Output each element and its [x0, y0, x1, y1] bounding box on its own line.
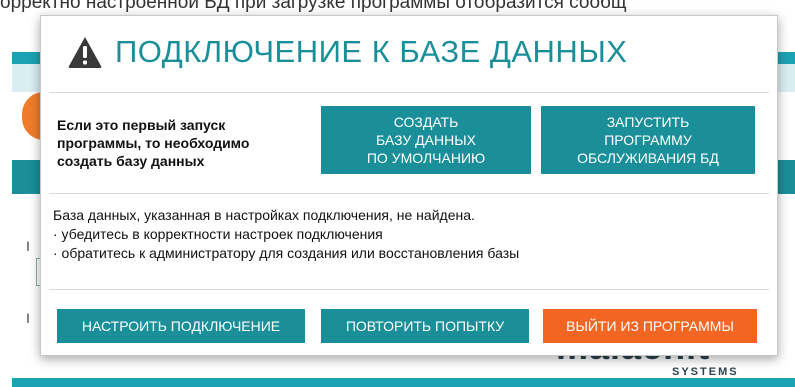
error-message: База данных, указанная в настройках подк… — [53, 207, 520, 261]
first-run-hint: Если это первый запуск программы, то нео… — [57, 117, 250, 169]
section-divider — [49, 193, 769, 194]
create-default-database-button[interactable]: СОЗДАТЬ БАЗУ ДАННЫХ ПО УМОЛЧАНИЮ — [321, 106, 531, 174]
launch-db-service-button[interactable]: ЗАПУСТИТЬ ПРОГРАММУ ОБСЛУЖИВАНИЯ БД — [541, 106, 755, 174]
footer-divider — [49, 289, 769, 290]
background-brand-subtitle: SYSTEMS — [672, 366, 739, 378]
background-label-mark: I — [26, 310, 30, 326]
launch-db-service-label: ЗАПУСТИТЬ ПРОГРАММУ ОБСЛУЖИВАНИЯ БД — [577, 114, 719, 166]
background-footer-band — [12, 378, 795, 387]
header-divider — [49, 92, 769, 93]
dialog-header: ПОДКЛЮЧЕНИЕ К БАЗЕ ДАННЫХ — [67, 30, 627, 74]
dialog-title: ПОДКЛЮЧЕНИЕ К БАЗЕ ДАННЫХ — [115, 34, 628, 69]
database-connection-dialog: ПОДКЛЮЧЕНИЕ К БАЗЕ ДАННЫХ Если это первы… — [40, 15, 778, 356]
retry-button[interactable]: ПОВТОРИТЬ ПОПЫТКУ — [321, 309, 529, 343]
configure-connection-button[interactable]: НАСТРОИТЬ ПОДКЛЮЧЕНИЕ — [57, 309, 305, 343]
create-default-database-label: СОЗДАТЬ БАЗУ ДАННЫХ ПО УМОЛЧАНИЮ — [366, 114, 486, 166]
exit-program-button[interactable]: ВЫЙТИ ИЗ ПРОГРАММЫ — [543, 309, 757, 343]
background-label-mark: I — [26, 238, 30, 254]
warning-triangle-icon — [68, 37, 102, 68]
